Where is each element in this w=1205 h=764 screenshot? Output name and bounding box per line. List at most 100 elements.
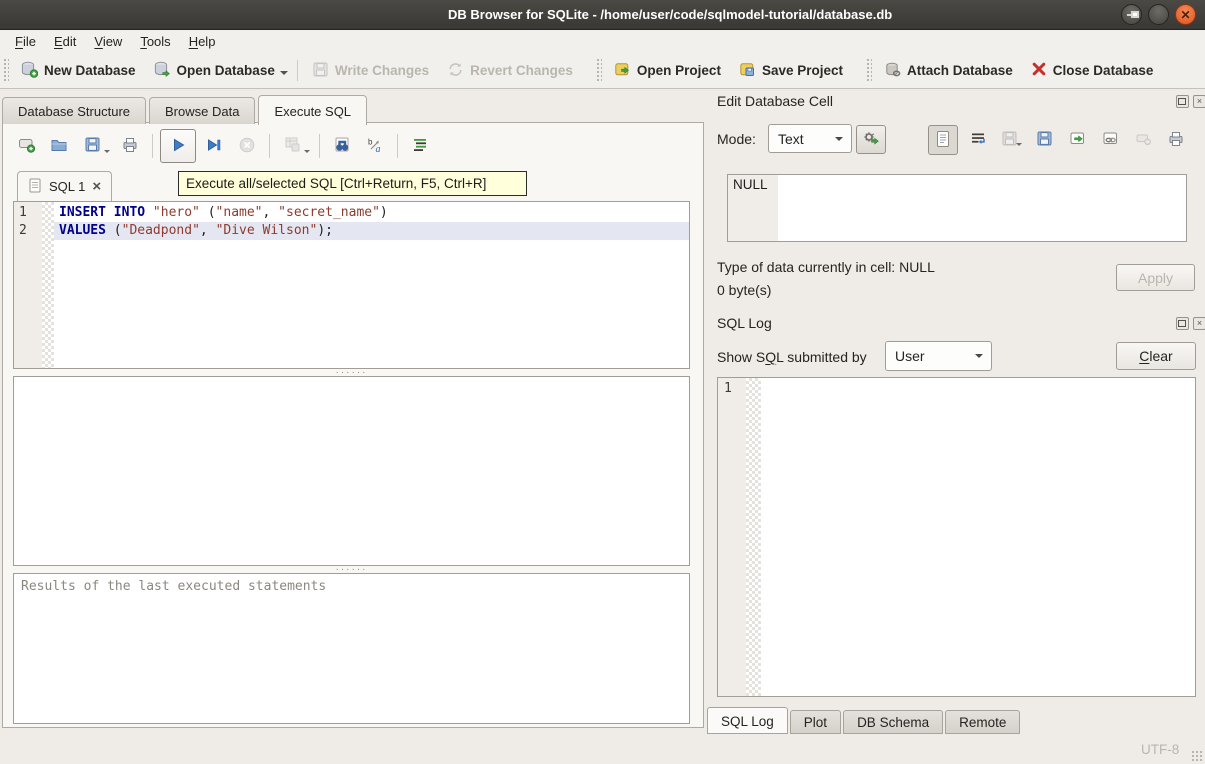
save-file-dropdown-caret[interactable] (104, 150, 110, 156)
sql-editor-gutter: 12 (14, 202, 42, 368)
line-number: 1 (14, 204, 42, 222)
tab-remote[interactable]: Remote (945, 710, 1020, 734)
write-changes-button: Write Changes (303, 56, 438, 86)
grid-message-splitter[interactable]: ······ (13, 566, 690, 573)
open-project-button[interactable]: Open Project (605, 56, 730, 86)
save-project-button[interactable]: Save Project (730, 56, 852, 86)
database-attach-icon (884, 61, 901, 81)
format-sql-button[interactable] (405, 131, 435, 161)
close-database-button[interactable]: Close Database (1022, 56, 1163, 85)
word-wrap-icon (970, 130, 987, 150)
open-file-icon (50, 136, 68, 157)
menu-tools[interactable]: Tools (131, 31, 179, 52)
clear-log-button[interactable]: Clear (1116, 342, 1196, 370)
toolbar-drag-handle[interactable] (866, 58, 872, 83)
window-title: DB Browser for SQLite - /home/user/code/… (448, 7, 892, 22)
mode-combobox[interactable]: Text (768, 124, 852, 153)
toolbar-separator (269, 134, 270, 158)
toolbar-separator (152, 134, 153, 158)
export-cell-button[interactable] (1064, 127, 1090, 153)
sql-log-fold-margin (746, 378, 761, 696)
tab-plot[interactable]: Plot (790, 710, 841, 734)
execute-all-icon (169, 136, 187, 157)
open-sql-file-button[interactable] (44, 131, 74, 161)
float-panel-icon[interactable] (1176, 317, 1189, 330)
sql-token: "Deadpond" (122, 223, 200, 238)
word-wrap-button[interactable] (965, 127, 991, 153)
apply-import-icon (862, 129, 880, 150)
maximize-button[interactable] (1148, 4, 1169, 25)
sql-log-filter-combobox[interactable]: User (885, 341, 992, 371)
close-button[interactable]: ✕ (1175, 4, 1196, 25)
open-external-button[interactable] (1097, 127, 1123, 153)
sql-editor[interactable]: 12 INSERT INTO "hero" ("name", "secret_n… (13, 201, 690, 369)
cell-size-info: 0 byte(s) (717, 282, 771, 298)
print-button[interactable] (115, 131, 145, 161)
execute-tooltip: Execute all/selected SQL [Ctrl+Return, F… (178, 171, 527, 196)
import-data-button[interactable] (856, 125, 886, 154)
save-results-dropdown-caret (304, 150, 310, 156)
tab-execute-sql[interactable]: Execute SQL (258, 95, 367, 125)
menu-file[interactable]: File (6, 31, 45, 52)
sql-code-line[interactable]: INSERT INTO "hero" ("name", "secret_name… (54, 204, 689, 222)
sql-token: ) (380, 205, 388, 220)
tab-sql-log[interactable]: SQL Log (707, 707, 788, 734)
menu-view[interactable]: View (85, 31, 131, 52)
float-panel-icon[interactable] (1176, 95, 1189, 108)
chevron-down-icon (975, 354, 983, 362)
close-panel-icon[interactable]: × (1193, 317, 1205, 330)
results-message-area[interactable]: Results of the last executed statements (13, 573, 690, 724)
resize-grip[interactable] (1191, 750, 1203, 762)
import-cell-button[interactable] (1031, 127, 1057, 153)
close-icon: ✕ (1180, 9, 1190, 21)
sql-token: , (200, 223, 216, 238)
execute-sql-page: ba SQL 1 × Execute all/selected SQL [Ctr… (2, 122, 704, 728)
sql-code-line[interactable]: VALUES ("Deadpond", "Dive Wilson"); (54, 222, 689, 240)
cell-value: NULL (728, 175, 778, 241)
sql-tab-label: SQL 1 (49, 179, 85, 194)
toolbar-drag-handle[interactable] (3, 58, 9, 83)
find-button[interactable] (327, 131, 357, 161)
sql-file-tab[interactable]: SQL 1 × (17, 171, 112, 201)
stop-button (232, 131, 262, 161)
menu-edit[interactable]: Edit (45, 31, 85, 52)
sql-editor-code[interactable]: INSERT INTO "hero" ("name", "secret_name… (54, 202, 689, 368)
project-open-icon (614, 61, 631, 81)
tab-browse-data[interactable]: Browse Data (149, 97, 255, 124)
toolbar-drag-handle[interactable] (596, 58, 602, 83)
open-new-tab-button[interactable] (11, 131, 41, 161)
attach-database-button[interactable]: Attach Database (875, 56, 1022, 86)
execute-current-line-button[interactable] (199, 131, 229, 161)
svg-text:b: b (368, 137, 373, 146)
menu-help[interactable]: Help (180, 31, 225, 52)
line-number: 2 (14, 222, 42, 240)
export-cell-icon (1069, 130, 1086, 150)
open-database-button[interactable]: Open Database (145, 56, 284, 86)
tab-database-structure[interactable]: Database Structure (2, 97, 146, 124)
sql-tab-close-icon[interactable]: × (92, 179, 101, 194)
new-database-button[interactable]: New Database (12, 56, 145, 86)
tab-db-schema[interactable]: DB Schema (843, 710, 943, 734)
execute-all-button[interactable] (160, 129, 196, 163)
text-document-icon (935, 130, 951, 151)
sql-document-icon (28, 178, 42, 196)
write-changes-icon (312, 61, 329, 81)
window-controls: ✕ (1121, 4, 1196, 25)
save-sql-file-button[interactable] (77, 131, 107, 161)
database-new-icon (21, 61, 38, 81)
print-cell-button[interactable] (1163, 127, 1189, 153)
save-results-button (277, 131, 307, 161)
sql-editor-fold-margin (42, 202, 54, 368)
editor-results-splitter[interactable]: ······ (13, 369, 690, 376)
mode-label: Mode: (717, 131, 756, 147)
open-database-dropdown-caret[interactable] (280, 71, 288, 79)
sql-log-view[interactable]: 1 (717, 377, 1196, 697)
set-null-button (1130, 127, 1156, 153)
find-replace-button[interactable]: ba (360, 131, 390, 161)
text-mode-button[interactable] (928, 125, 958, 155)
encoding-indicator: UTF-8 (1141, 742, 1179, 757)
results-grid[interactable] (13, 376, 690, 566)
close-panel-icon[interactable]: × (1193, 95, 1205, 108)
chevron-down-icon (835, 137, 843, 145)
cell-editor[interactable]: NULL (727, 174, 1187, 242)
